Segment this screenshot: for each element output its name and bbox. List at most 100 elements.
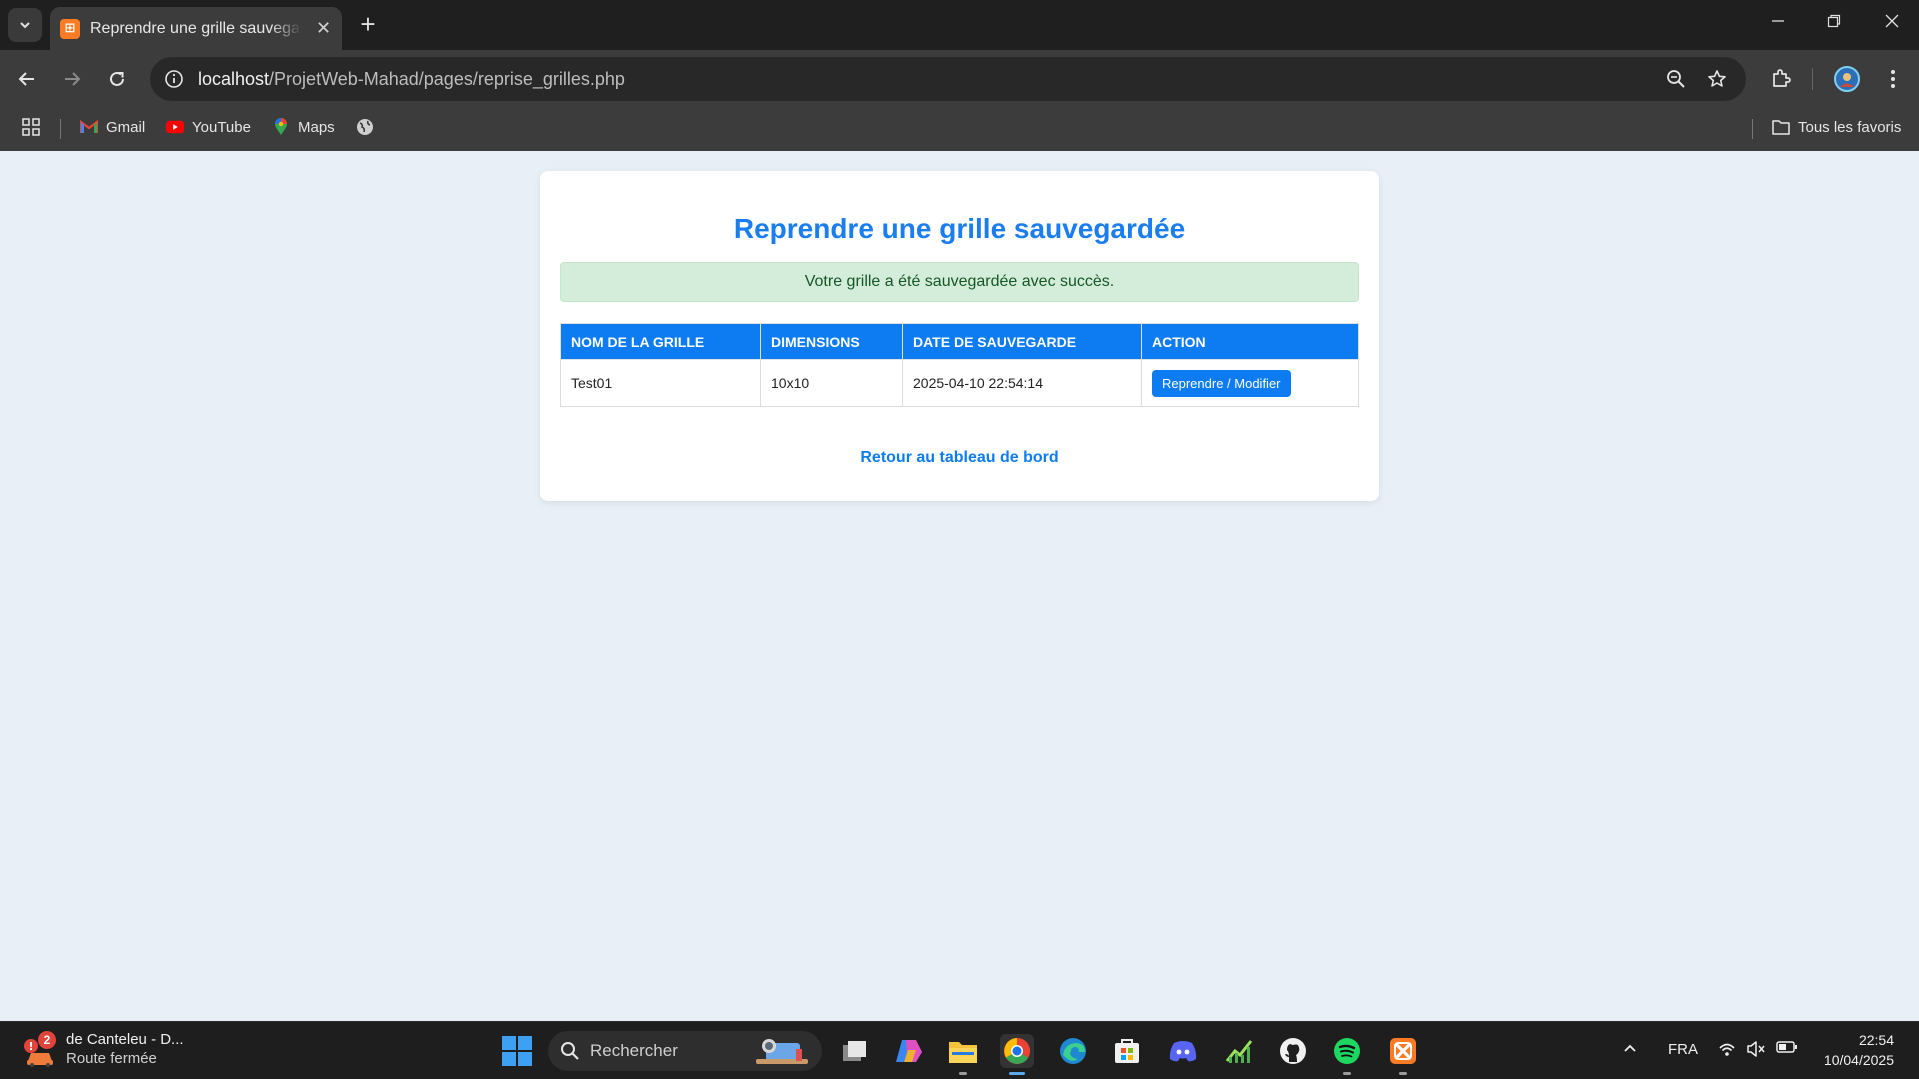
taskbar-discord[interactable]	[1166, 1034, 1200, 1068]
apps-button[interactable]	[22, 118, 40, 136]
all-bookmarks-label: Tous les favoris	[1798, 118, 1902, 136]
column-header-date: DATE DE SAUVEGARDE	[902, 323, 1142, 360]
column-header-name: NOM DE LA GRILLE	[560, 323, 761, 360]
chart-app-icon	[1225, 1040, 1253, 1063]
maps-icon	[272, 118, 290, 136]
browser-tab-active[interactable]: ⊞ Reprendre une grille sauvegardée ✕	[50, 7, 342, 50]
minimize-icon[interactable]	[1766, 12, 1790, 33]
extensions-button[interactable]	[1766, 64, 1796, 94]
taskbar-file-explorer[interactable]	[946, 1034, 980, 1075]
battery-icon[interactable]	[1776, 1040, 1798, 1058]
page-viewport: Reprendre une grille sauvegardée Votre g…	[0, 151, 1919, 1021]
bookmarks-divider	[60, 119, 61, 139]
widget-title: de Canteleu - D...	[66, 1031, 184, 1048]
arrow-right-icon	[65, 72, 81, 86]
bookmark-star-icon[interactable]	[1705, 67, 1729, 91]
resume-edit-button[interactable]: Reprendre / Modifier	[1152, 369, 1291, 397]
bookmark-label: Gmail	[106, 118, 146, 136]
forward-button[interactable]	[57, 64, 87, 94]
globe-icon	[356, 118, 374, 136]
show-hidden-icons-button[interactable]	[1622, 1040, 1638, 1060]
wifi-icon[interactable]	[1718, 1040, 1736, 1062]
start-button[interactable]	[502, 1036, 532, 1066]
taskbar-xampp[interactable]	[1386, 1034, 1420, 1075]
content-card: Reprendre une grille sauvegardée Votre g…	[540, 171, 1379, 501]
url-path: /ProjetWeb-Mahad/pages/reprise_grilles.p…	[269, 68, 625, 89]
restore-icon[interactable]	[1822, 12, 1846, 33]
taskbar-edge[interactable]	[1056, 1034, 1090, 1068]
running-indicator	[1009, 1072, 1025, 1075]
bookmark-youtube[interactable]: YouTube	[166, 118, 251, 136]
url-host: localhost	[198, 68, 270, 89]
browser-toolbar: localhost/ProjetWeb-Mahad/pages/reprise_…	[0, 50, 1919, 108]
reload-icon	[110, 71, 124, 86]
profile-avatar[interactable]	[1832, 64, 1862, 94]
page-title: Reprendre une grille sauvegardée	[733, 213, 1186, 244]
url-text[interactable]: localhost/ProjetWeb-Mahad/pages/reprise_…	[198, 69, 625, 90]
xampp-favicon-icon: ⊞	[60, 18, 80, 39]
folder-icon	[1772, 118, 1790, 136]
taskbar-copilot[interactable]	[892, 1034, 926, 1068]
chrome-menu-button[interactable]	[1878, 64, 1908, 94]
new-tab-button[interactable]: +	[354, 11, 382, 39]
bookmark-label: Maps	[298, 118, 335, 136]
search-icon	[561, 1042, 579, 1060]
github-icon	[1280, 1038, 1306, 1064]
apps-grid-icon	[22, 118, 40, 136]
back-button[interactable]	[12, 64, 42, 94]
zoom-icon[interactable]	[1664, 67, 1688, 91]
bookmark-gmail[interactable]: Gmail	[80, 118, 145, 136]
avatar-icon	[1834, 66, 1860, 92]
address-bar[interactable]: localhost/ProjetWeb-Mahad/pages/reprise_…	[150, 57, 1746, 101]
youtube-icon	[166, 118, 184, 136]
edge-icon	[1060, 1038, 1086, 1064]
language-indicator[interactable]: FRA	[1668, 1041, 1698, 1058]
taskbar-spotify[interactable]	[1330, 1034, 1364, 1075]
gmail-icon	[80, 118, 98, 136]
store-icon	[1115, 1039, 1139, 1063]
spotify-icon	[1334, 1038, 1360, 1064]
close-tab-icon[interactable]: ✕	[316, 18, 331, 39]
notification-badge: 2	[38, 1031, 56, 1049]
volume-muted-icon[interactable]	[1746, 1040, 1766, 1062]
copilot-icon	[896, 1040, 922, 1062]
task-view-icon	[843, 1041, 866, 1061]
running-indicator	[1399, 1072, 1407, 1075]
taskbar-search[interactable]: Rechercher	[548, 1031, 822, 1071]
column-header-dimensions: DIMENSIONS	[760, 323, 903, 360]
cell-dimensions: 10x10	[760, 359, 903, 407]
traffic-alert-icon: ! 2	[22, 1031, 58, 1067]
taskbar-stocks-app[interactable]	[1222, 1034, 1256, 1068]
toolbar-divider	[1812, 68, 1813, 90]
reload-button[interactable]	[102, 64, 132, 94]
svg-text:!: !	[28, 1040, 33, 1053]
table-row: Test01 10x10 2025-04-10 22:54:14 Reprend…	[560, 359, 1359, 407]
browser-titlebar: ⊞ Reprendre une grille sauvegardée ✕ +	[0, 0, 1919, 50]
site-info-icon[interactable]	[164, 69, 184, 89]
all-bookmarks-button[interactable]: Tous les favoris	[1772, 118, 1901, 136]
close-window-icon[interactable]	[1880, 12, 1904, 33]
system-clock[interactable]: 22:54 10/04/2025	[1814, 1030, 1894, 1070]
success-alert: Votre grille a été sauvegardée avec succ…	[560, 262, 1359, 302]
xampp-icon	[1390, 1038, 1416, 1064]
back-to-dashboard-link[interactable]: Retour au tableau de bord	[540, 449, 1379, 467]
bookmarks-bar: Gmail YouTube Maps Tous les favoris	[0, 108, 1919, 151]
chevron-up-icon	[1624, 1044, 1636, 1052]
chevron-down-icon	[20, 22, 30, 29]
tab-search-button[interactable]	[8, 8, 42, 42]
clock-time: 22:54	[1858, 1032, 1894, 1048]
cell-grid-name: Test01	[560, 359, 761, 407]
widget-subtitle: Route fermée	[66, 1050, 157, 1067]
task-view-button[interactable]	[838, 1034, 872, 1068]
bookmark-maps[interactable]: Maps	[272, 118, 335, 136]
taskbar-chrome[interactable]	[1000, 1034, 1034, 1075]
running-indicator	[1343, 1072, 1351, 1075]
cell-action: Reprendre / Modifier	[1141, 359, 1359, 407]
taskbar-github[interactable]	[1276, 1034, 1310, 1068]
news-widget[interactable]: ! 2 de Canteleu - D... Route fermée	[22, 1030, 184, 1068]
bookmark-globe[interactable]	[356, 118, 382, 136]
puzzle-icon	[1773, 69, 1791, 87]
bookmark-label: YouTube	[192, 118, 251, 136]
discord-icon	[1169, 1041, 1197, 1062]
taskbar-store[interactable]	[1110, 1034, 1144, 1068]
